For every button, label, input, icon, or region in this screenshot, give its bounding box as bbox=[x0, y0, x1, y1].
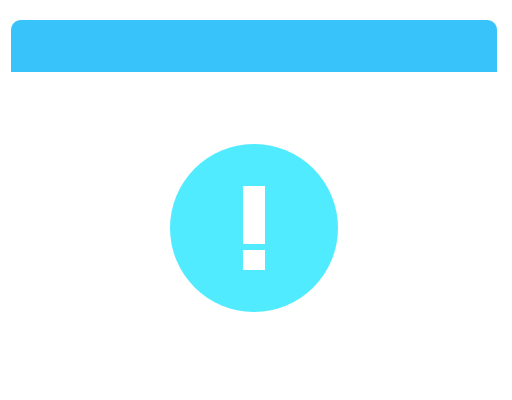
dialog-window bbox=[0, 0, 512, 400]
exclamation-bar bbox=[243, 186, 265, 244]
exclamation-dot bbox=[243, 250, 265, 270]
header-bar bbox=[11, 20, 497, 72]
exclamation-circle-icon bbox=[170, 144, 338, 312]
